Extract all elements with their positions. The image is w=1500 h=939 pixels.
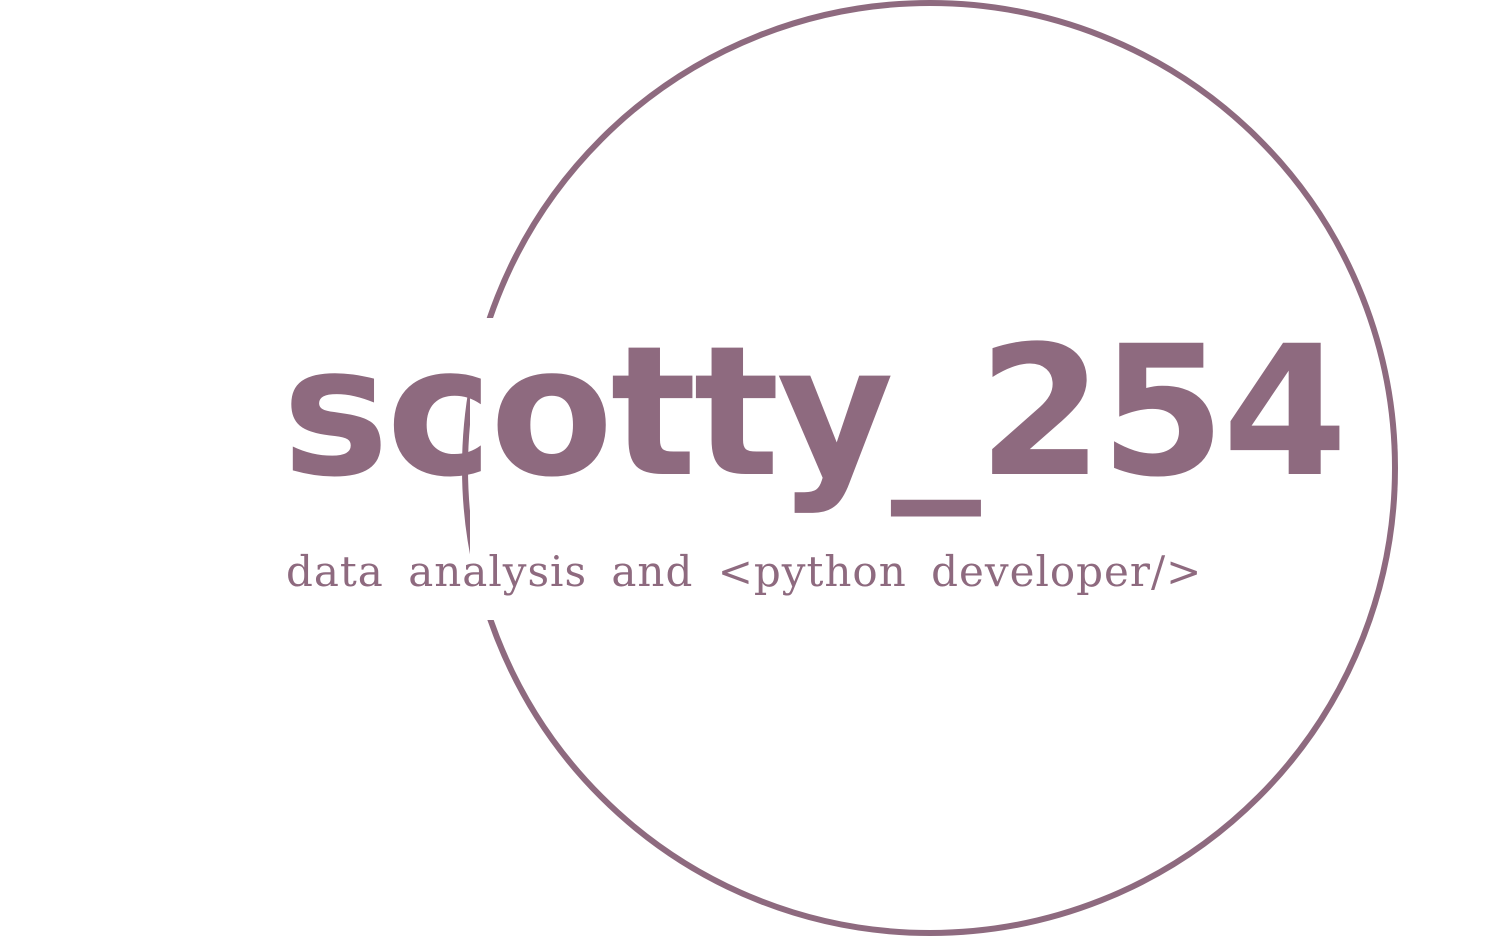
logo-tagline: data analysis and <python developer/>: [286, 547, 1203, 596]
logo-canvas: scotty_254 data analysis and <python dev…: [0, 0, 1500, 939]
logo-title: scotty_254: [282, 308, 1348, 517]
